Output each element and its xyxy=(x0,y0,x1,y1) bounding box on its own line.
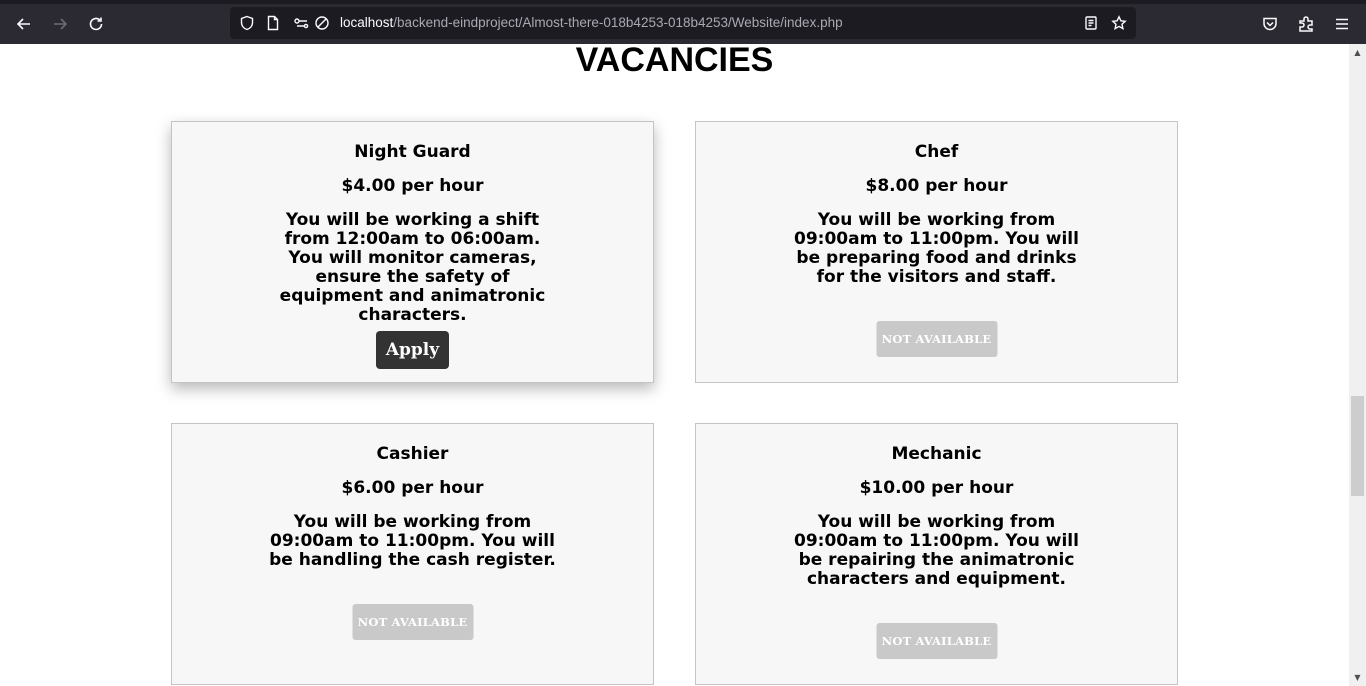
vacancy-title: Night Guard xyxy=(354,142,471,162)
reload-icon xyxy=(89,17,103,31)
vacancy-card-night-guard: Night Guard $4.00 per hour You will be w… xyxy=(171,121,654,383)
url-host: localhost xyxy=(340,15,394,30)
vacancy-wage: $8.00 per hour xyxy=(865,176,1008,196)
reload-button[interactable] xyxy=(80,10,112,38)
page-scrollbar[interactable]: ▲ ▼ xyxy=(1349,44,1366,686)
shield-icon[interactable] xyxy=(238,14,256,32)
vacancy-description: You will be working a shift from 12:00am… xyxy=(279,210,546,325)
reader-view-icon[interactable] xyxy=(1082,14,1100,32)
not-available-button[interactable]: NOT AVAILABLE xyxy=(876,321,997,357)
vacancy-description: You will be working from 09:00am to 11:0… xyxy=(794,512,1079,589)
scrollbar-thumb[interactable] xyxy=(1351,396,1364,496)
scroll-down-arrow-icon[interactable]: ▼ xyxy=(1349,669,1366,686)
forward-button[interactable] xyxy=(44,10,76,38)
vacancy-wage: $10.00 per hour xyxy=(859,478,1014,498)
not-available-button[interactable]: NOT AVAILABLE xyxy=(352,604,473,640)
url-text[interactable]: localhost/backend-eindproject/Almost-the… xyxy=(340,15,843,30)
vacancy-description: You will be working from 09:00am to 11:0… xyxy=(794,210,1079,287)
url-path: /backend-eindproject/Almost-there-018b42… xyxy=(393,15,843,30)
page-title: VACANCIES xyxy=(575,44,774,79)
menu-icon[interactable] xyxy=(1328,10,1356,38)
forward-arrow-icon xyxy=(54,18,68,30)
page-viewport: VACANCIES Night Guard $4.00 per hour You… xyxy=(0,44,1349,686)
tracking-blocked-icon[interactable] xyxy=(313,14,331,32)
pocket-icon[interactable] xyxy=(1256,10,1284,38)
extensions-icon[interactable] xyxy=(1292,10,1320,38)
vacancy-card-chef: Chef $8.00 per hour You will be working … xyxy=(695,121,1178,383)
back-arrow-icon xyxy=(16,18,30,30)
vacancy-title: Cashier xyxy=(376,444,449,464)
vacancy-card-cashier: Cashier $6.00 per hour You will be worki… xyxy=(171,423,654,685)
not-available-button[interactable]: NOT AVAILABLE xyxy=(876,623,997,659)
apply-button[interactable]: Apply xyxy=(375,331,450,369)
browser-toolbar: localhost/backend-eindproject/Almost-the… xyxy=(0,0,1366,44)
bookmark-star-icon[interactable] xyxy=(1110,14,1128,32)
page-icon[interactable] xyxy=(264,14,282,32)
vacancy-wage: $6.00 per hour xyxy=(341,478,484,498)
address-bar[interactable]: localhost/backend-eindproject/Almost-the… xyxy=(230,7,1136,39)
vacancy-title: Mechanic xyxy=(891,444,982,464)
vacancy-title: Chef xyxy=(914,142,959,162)
vacancy-wage: $4.00 per hour xyxy=(341,176,484,196)
scroll-up-arrow-icon[interactable]: ▲ xyxy=(1349,44,1366,61)
back-button[interactable] xyxy=(8,10,40,38)
vacancy-description: You will be working from 09:00am to 11:0… xyxy=(269,512,556,570)
permissions-icon[interactable] xyxy=(292,14,310,32)
vacancy-card-mechanic: Mechanic $10.00 per hour You will be wor… xyxy=(695,423,1178,685)
